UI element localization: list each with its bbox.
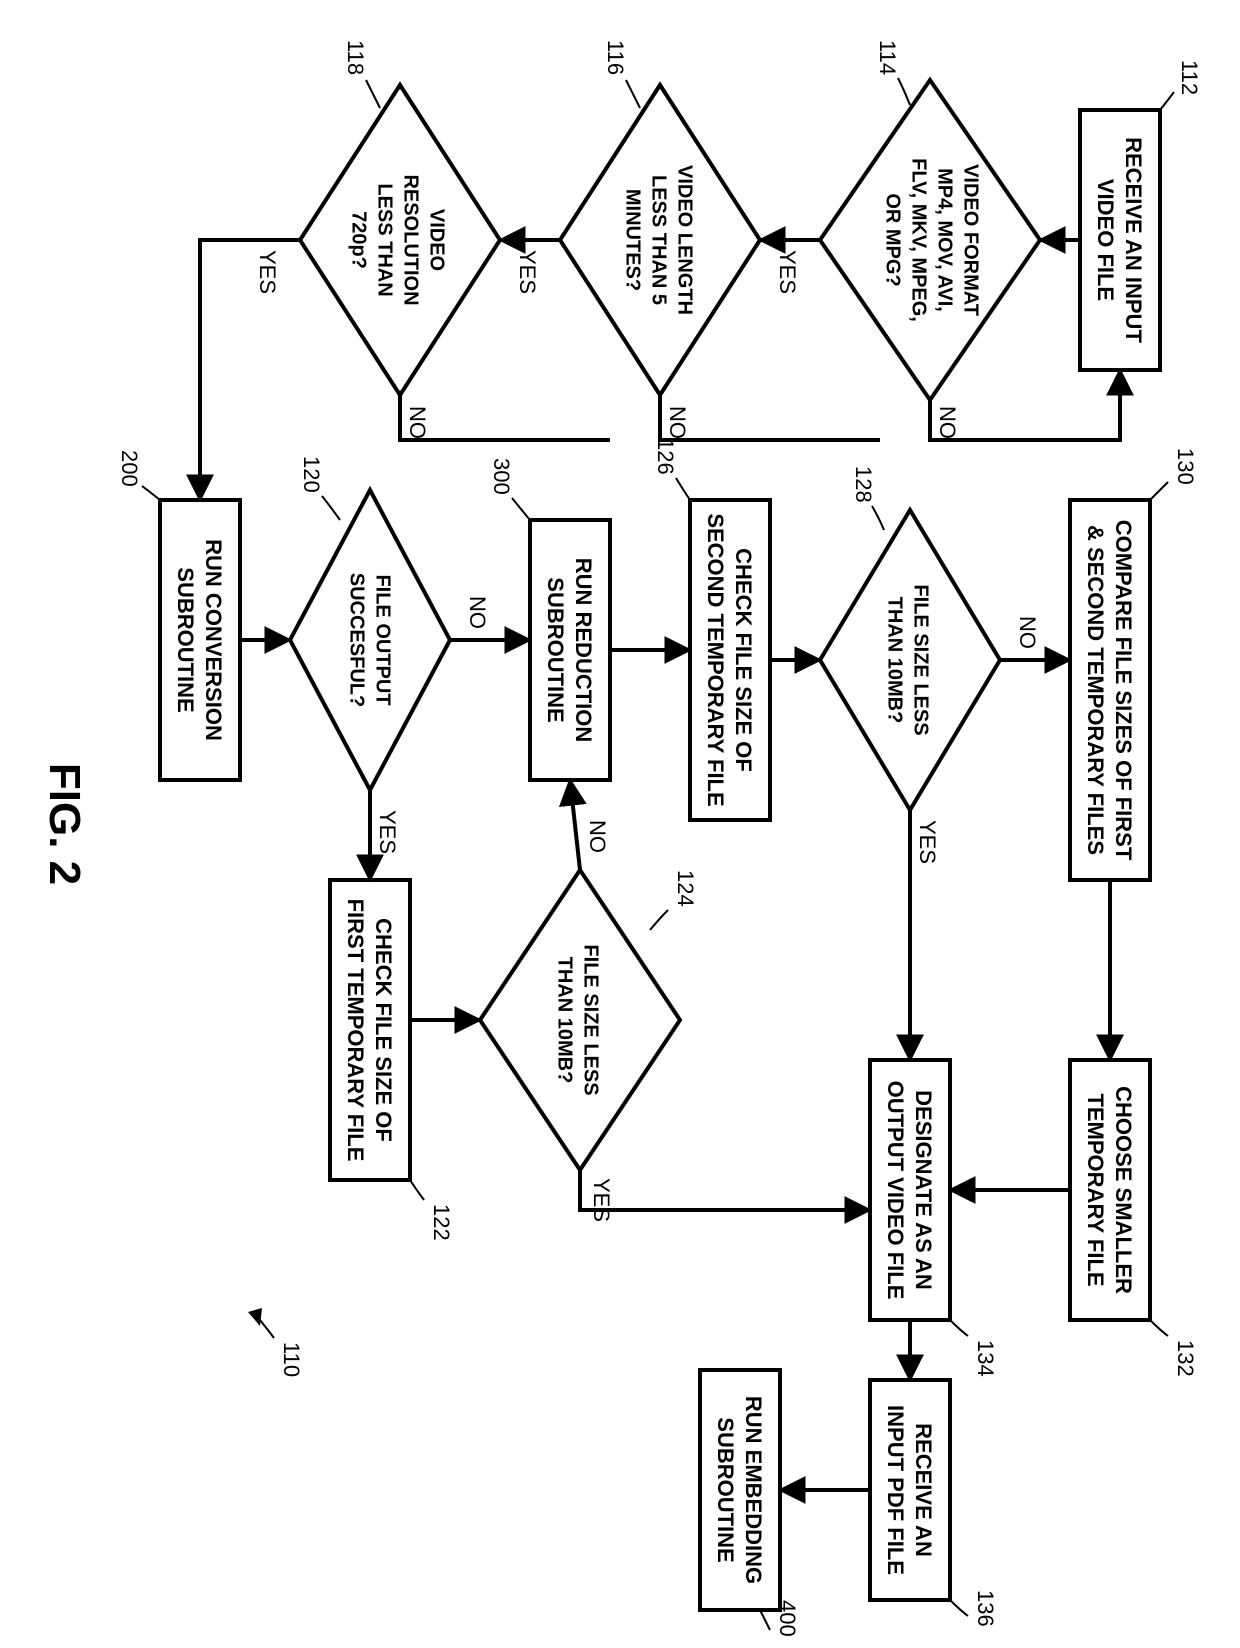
ref-122: 122 [429,1204,454,1241]
svg-text:RESOLUTION: RESOLUTION [400,174,422,305]
label-124-no: NO [585,820,610,853]
label-120-yes: YES [375,810,400,854]
ref-120: 120 [299,456,324,493]
node-134-output-video-file: DESIGNATE AS AN OUTPUT VIDEO FILE [870,1060,950,1320]
edge-124-yes-134 [580,1170,870,1210]
ref-134: 134 [973,1340,998,1377]
label-116-yes: YES [515,250,540,294]
svg-text:FLV, MKV, MPEG,: FLV, MKV, MPEG, [908,158,930,322]
figure-label: FIG. 2 [40,763,89,885]
node-122-check-first-temp: CHECK FILE SIZE OF FIRST TEMPORARY FILE [330,880,410,1180]
node-126-check-second-temp: CHECK FILE SIZE OF SECOND TEMPORARY FILE [690,500,770,820]
ref-130: 130 [1173,448,1198,485]
ref-128: 128 [851,466,876,503]
svg-text:RECEIVE AN INPUT: RECEIVE AN INPUT [1121,137,1146,343]
svg-text:SECOND TEMPORARY FILE: SECOND TEMPORARY FILE [703,513,728,806]
svg-text:720p?: 720p? [348,211,370,269]
svg-text:LESS THAN 5: LESS THAN 5 [648,175,670,305]
flow-ref-arrow [248,1308,262,1326]
svg-text:LESS THAN: LESS THAN [374,183,396,296]
svg-text:FILE OUTPUT: FILE OUTPUT [372,574,394,705]
label-116-no: NO [665,406,690,439]
node-136-receive-input-pdf: RECEIVE AN INPUT PDF FILE [870,1380,950,1600]
svg-text:SUCCESFUL?: SUCCESFUL? [346,573,368,707]
svg-text:TEMPORARY FILE: TEMPORARY FILE [1083,1093,1108,1286]
svg-text:INPUT PDF FILE: INPUT PDF FILE [883,1405,908,1575]
svg-text:VIDEO: VIDEO [426,209,448,271]
ref-136: 136 [973,1590,998,1627]
ref-200: 200 [117,450,142,487]
svg-text:VIDEO FILE: VIDEO FILE [1093,179,1118,301]
node-130-compare-sizes: COMPARE FILE SIZES OF FIRST & SECOND TEM… [1070,500,1150,880]
svg-text:COMPARE FILE SIZES OF FIRST: COMPARE FILE SIZES OF FIRST [1111,520,1136,861]
node-124-first-size-lt-10mb: FILE SIZE LESS THAN 10MB? [480,870,680,1170]
label-118-no: NO [405,406,430,439]
svg-text:THAN 10MB?: THAN 10MB? [884,597,906,724]
svg-text:THAN 10MB?: THAN 10MB? [554,957,576,1084]
node-128-second-size-lt-10mb: FILE SIZE LESS THAN 10MB? [820,510,1000,810]
node-112-receive-input-video: RECEIVE AN INPUT VIDEO FILE [1080,110,1160,370]
label-128-no: NO [1015,616,1040,649]
svg-text:MINUTES?: MINUTES? [622,189,644,291]
label-118-yes: YES [255,250,280,294]
node-116-video-length: VIDEO LENGTH LESS THAN 5 MINUTES? [560,85,760,395]
label-114-yes: YES [775,250,800,294]
ref-110: 110 [279,1342,304,1377]
svg-text:RUN EMBEDDING: RUN EMBEDDING [741,1396,766,1584]
svg-text:VIDEO LENGTH: VIDEO LENGTH [674,165,696,315]
node-114-video-format: VIDEO FORMAT MP4, MOV, AVI, FLV, MKV, MP… [820,80,1040,400]
svg-text:RUN CONVERSION: RUN CONVERSION [201,539,226,741]
ref-118: 118 [343,40,368,75]
ref-116: 116 [603,40,628,75]
label-120-no: NO [465,596,490,629]
svg-text:MP4, MOV, AVI,: MP4, MOV, AVI, [934,168,956,312]
ref-126: 126 [653,438,678,475]
svg-text:FILE SIZE LESS: FILE SIZE LESS [580,944,602,1095]
ref-400: 400 [775,1600,800,1637]
svg-text:OUTPUT VIDEO FILE: OUTPUT VIDEO FILE [883,1081,908,1300]
svg-text:VIDEO FORMAT: VIDEO FORMAT [960,164,982,316]
ref-112: 112 [1177,60,1202,95]
svg-text:SUBROUTINE: SUBROUTINE [543,577,568,722]
edge-118-no [400,395,610,440]
label-124-yes: YES [589,1178,614,1222]
label-114-no: NO [935,406,960,439]
node-118-video-resolution: VIDEO RESOLUTION LESS THAN 720p? [300,85,500,395]
svg-text:OR MPG?: OR MPG? [882,193,904,286]
edge-124-no-300 [570,780,580,870]
svg-text:FIRST TEMPORARY FILE: FIRST TEMPORARY FILE [343,899,368,1162]
node-300-run-reduction: RUN REDUCTION SUBROUTINE [530,520,610,780]
flowchart-svg: RECEIVE AN INPUT VIDEO FILE 112 VIDEO FO… [0,0,1240,1648]
svg-text:FILE SIZE LESS: FILE SIZE LESS [910,584,932,735]
node-120-file-output-successful: FILE OUTPUT SUCCESFUL? [290,490,450,790]
svg-text:CHECK FILE SIZE OF: CHECK FILE SIZE OF [731,548,756,772]
svg-text:SUBROUTINE: SUBROUTINE [713,1417,738,1562]
ref-300: 300 [489,458,514,495]
svg-text:& SECOND TEMPORARY FILES: & SECOND TEMPORARY FILES [1083,525,1108,855]
ref-114: 114 [875,40,900,75]
edge-116-no [660,395,880,440]
node-200-run-conversion: RUN CONVERSION SUBROUTINE [160,500,240,780]
svg-text:RECEIVE AN: RECEIVE AN [911,1423,936,1557]
svg-text:DESIGNATE AS AN: DESIGNATE AS AN [911,1090,936,1290]
node-400-run-embedding: RUN EMBEDDING SUBROUTINE [700,1370,780,1610]
edge-118-200 [200,240,300,500]
svg-text:SUBROUTINE: SUBROUTINE [173,567,198,712]
label-128-yes: YES [915,820,940,864]
svg-text:CHECK FILE SIZE OF: CHECK FILE SIZE OF [371,918,396,1142]
ref-132: 132 [1173,1340,1198,1377]
node-132-choose-smaller: CHOOSE SMALLER TEMPORARY FILE [1070,1060,1150,1320]
svg-text:RUN REDUCTION: RUN REDUCTION [571,558,596,743]
svg-text:CHOOSE SMALLER: CHOOSE SMALLER [1111,1086,1136,1294]
ref-124: 124 [673,870,698,907]
